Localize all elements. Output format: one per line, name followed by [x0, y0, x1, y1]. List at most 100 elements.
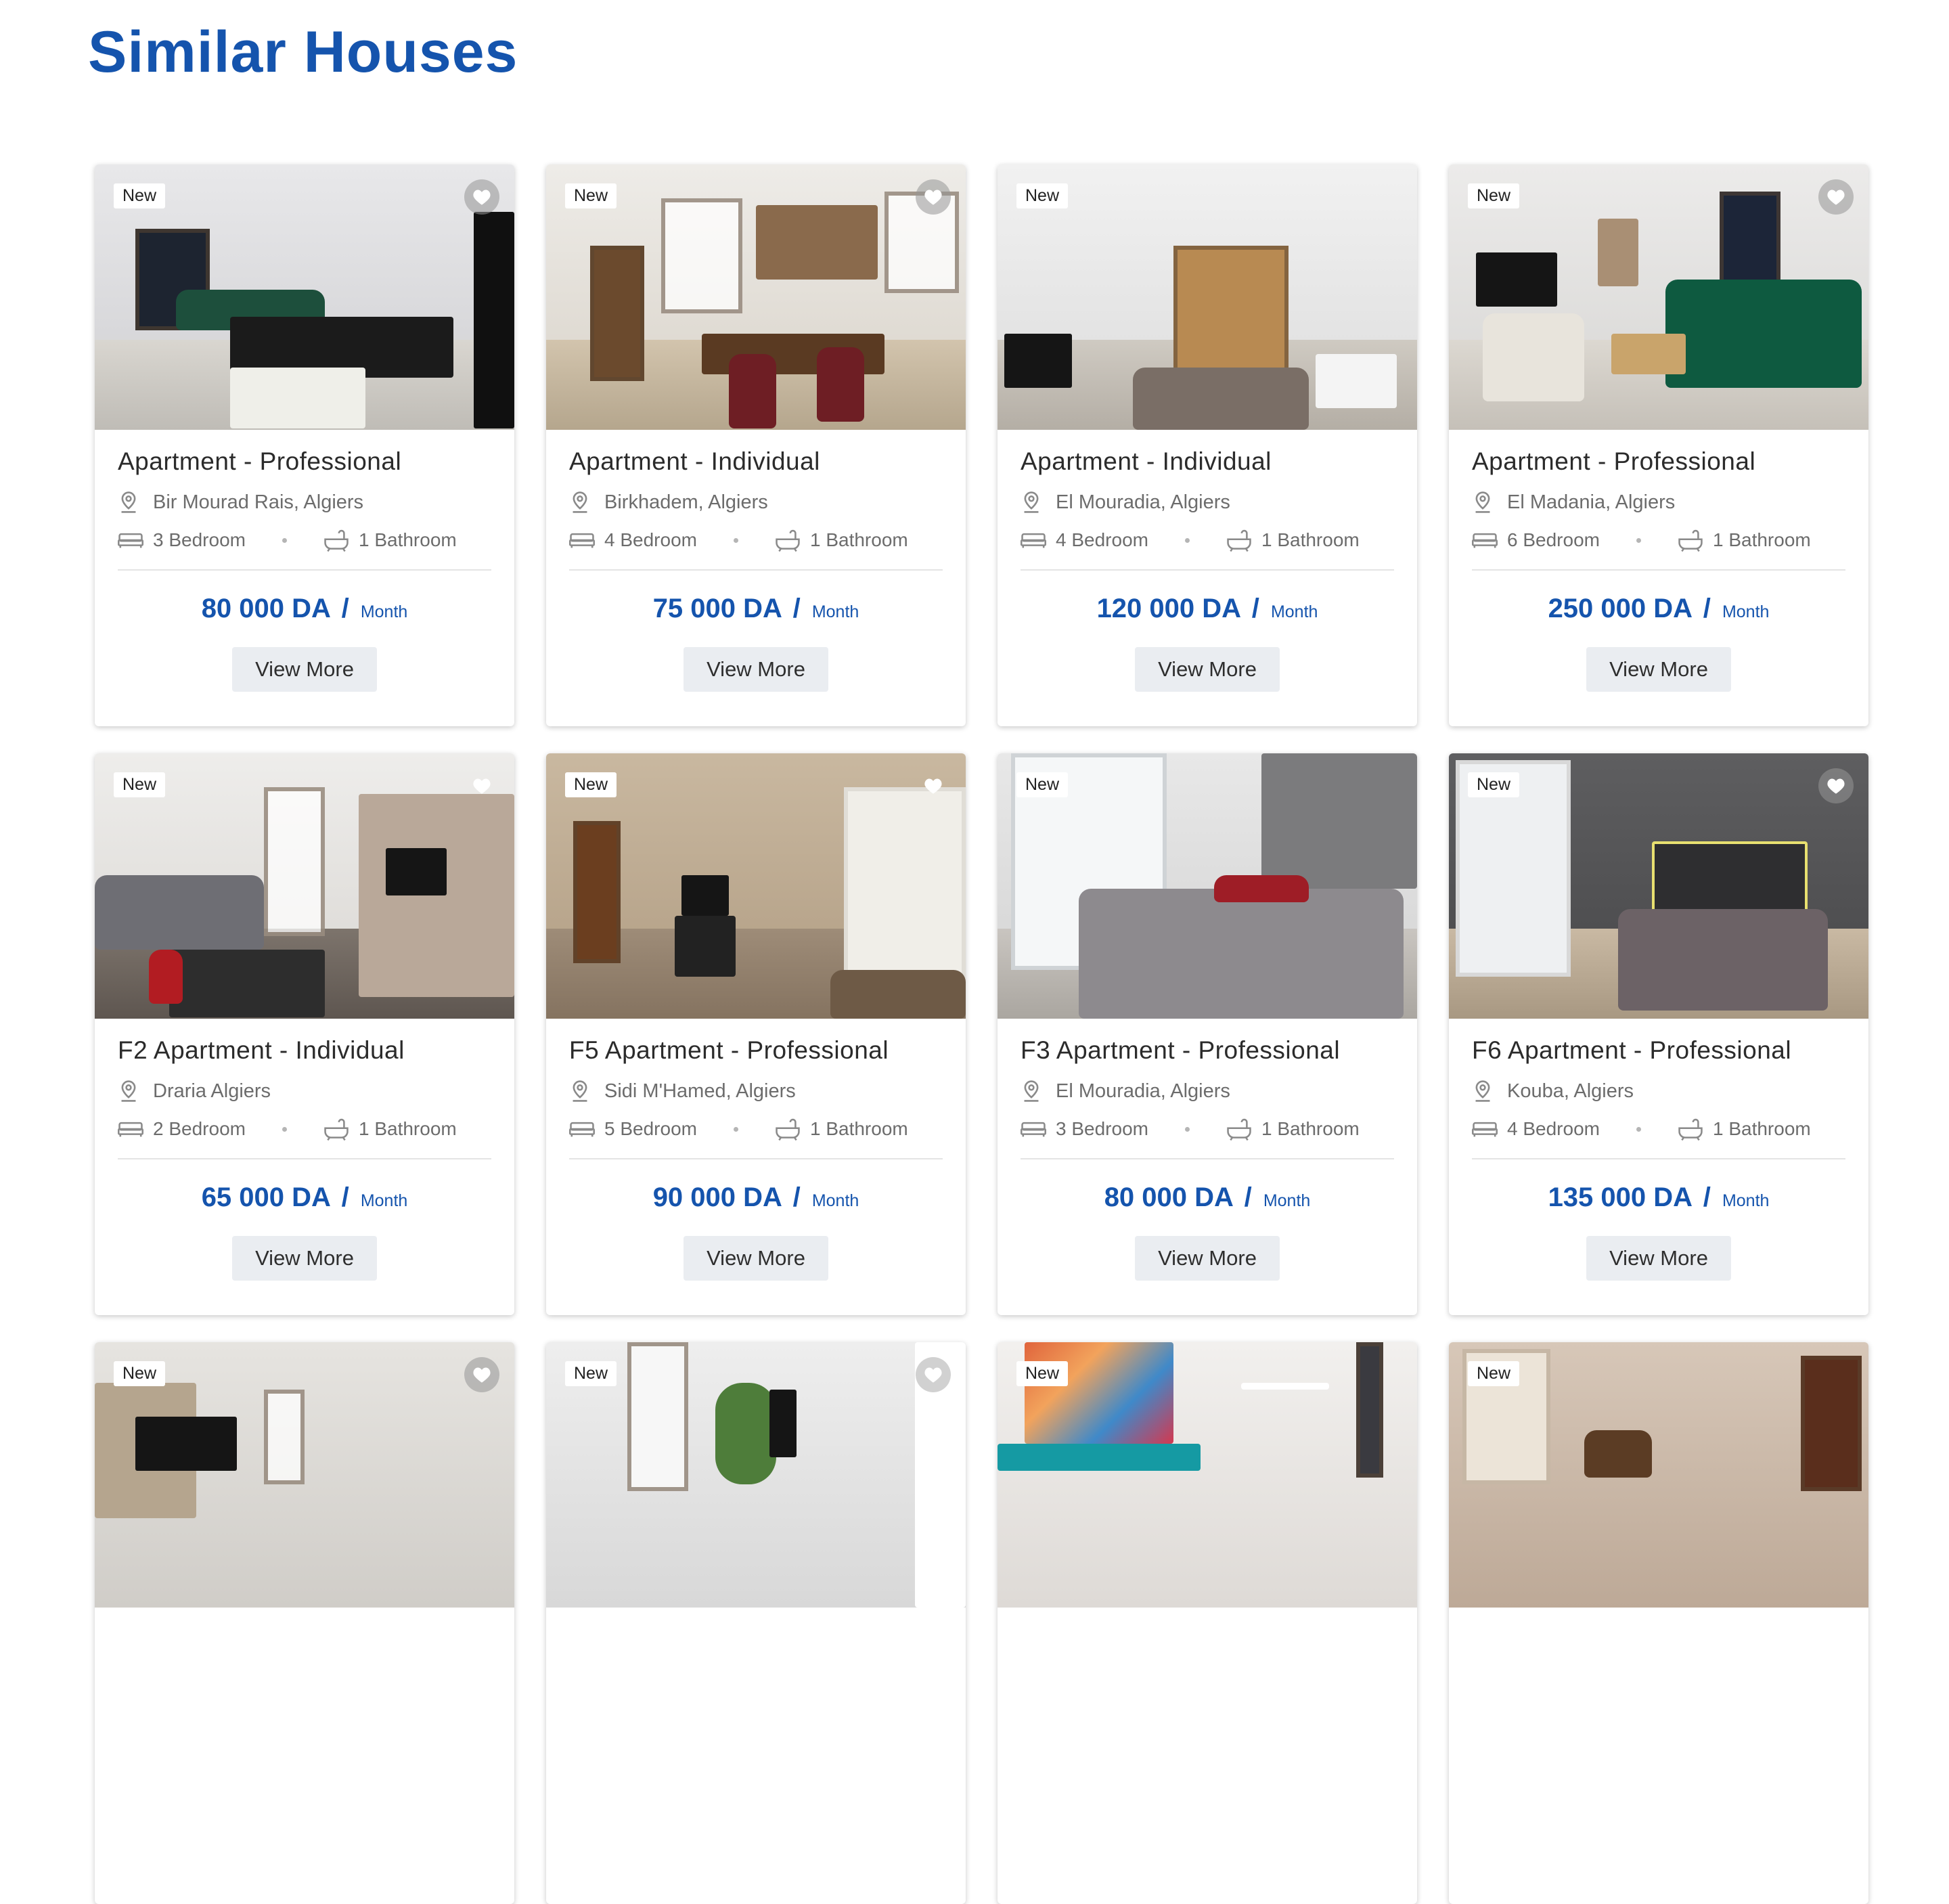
favorite-button[interactable]	[464, 1357, 499, 1392]
heart-icon	[473, 1367, 491, 1383]
view-more-button[interactable]: View More	[1586, 1236, 1731, 1281]
view-more-button[interactable]: View More	[684, 1236, 828, 1281]
view-more-button[interactable]: View More	[1586, 647, 1731, 692]
bedroom-count: 3 Bedroom	[1056, 1118, 1148, 1139]
bedroom-count: 6 Bedroom	[1507, 529, 1600, 550]
listing-title[interactable]: F5 Apartment - Professional	[569, 1036, 943, 1065]
listing-title[interactable]: Apartment - Individual	[1021, 447, 1394, 476]
listing-features: 4 Bedroom 1 Bathroom	[569, 529, 943, 552]
bathroom-count: 1 Bathroom	[358, 529, 457, 550]
listing-location: Kouba, Algiers	[1472, 1080, 1845, 1103]
bathroom-count: 1 Bathroom	[809, 1118, 908, 1139]
listing-title[interactable]: F3 Apartment - Professional	[1021, 1036, 1394, 1065]
separator-dot	[733, 537, 738, 543]
view-more-button[interactable]: View More	[232, 647, 377, 692]
favorite-button[interactable]	[1818, 179, 1854, 215]
price-amount: 120 000 DA	[1096, 594, 1240, 623]
listing-card[interactable]: New F5 Apartment - Professional Sidi M'H…	[546, 753, 966, 1315]
bed-icon	[1021, 533, 1046, 548]
listing-card[interactable]: New F6 Apartment - Professional Kouba, A…	[1449, 753, 1868, 1315]
map-pin-icon	[573, 1080, 587, 1102]
favorite-button[interactable]	[916, 768, 951, 803]
bathroom-count: 1 Bathroom	[1261, 529, 1360, 550]
listing-card[interactable]: New Apartment - Individual Birkhadem, Al…	[546, 164, 966, 726]
listing-card[interactable]: New Apartment - Professional Bir Mourad …	[95, 164, 514, 726]
bed-icon	[118, 1122, 143, 1137]
separator-dot	[1184, 537, 1190, 543]
heart-icon	[924, 1367, 942, 1383]
price-amount: 90 000 DA	[652, 1182, 782, 1212]
listing-features: 4 Bedroom 1 Bathroom	[1021, 529, 1394, 552]
listing-card[interactable]: New F3 Apartment - Professional El Moura…	[998, 753, 1417, 1315]
separator-dot	[1636, 1126, 1641, 1132]
favorite-button[interactable]	[1818, 768, 1854, 803]
bedroom-count: 5 Bedroom	[604, 1118, 697, 1139]
separator-dot	[733, 1126, 738, 1132]
map-pin-icon	[1475, 491, 1490, 513]
listing-title[interactable]: F6 Apartment - Professional	[1472, 1036, 1845, 1065]
favorite-button[interactable]	[916, 1357, 951, 1392]
listing-location: Draria Algiers	[118, 1080, 491, 1103]
listing-card[interactable]: New	[546, 1342, 966, 1904]
price-unit: Month	[360, 1191, 408, 1210]
bed-icon	[1472, 1122, 1498, 1137]
listing-grid: New Apartment - Professional Bir Mourad …	[95, 164, 1868, 1904]
listing-title[interactable]: F2 Apartment - Individual	[118, 1036, 491, 1065]
favorite-button[interactable]	[464, 179, 499, 215]
listing-card[interactable]: New	[998, 1342, 1417, 1904]
price-unit: Month	[1722, 602, 1770, 621]
new-badge: New	[1016, 1361, 1069, 1386]
listing-title[interactable]: Apartment - Individual	[569, 447, 943, 476]
listing-card[interactable]: New Apartment - Professional El Madania,…	[1449, 164, 1868, 726]
view-more-button[interactable]: View More	[684, 647, 828, 692]
listing-title[interactable]: Apartment - Professional	[1472, 447, 1845, 476]
location-text: Sidi M'Hamed, Algiers	[604, 1080, 796, 1102]
listing-card[interactable]: New Apartment - Individual El Mouradia, …	[998, 164, 1417, 726]
location-text: El Mouradia, Algiers	[1056, 491, 1230, 513]
listing-card[interactable]: New F2 Apartment - Individual Draria Alg…	[95, 753, 514, 1315]
location-text: El Madania, Algiers	[1507, 491, 1676, 513]
bed-icon	[569, 533, 595, 548]
listing-price: 80 000 DA / Month	[118, 594, 491, 624]
location-text: Bir Mourad Rais, Algiers	[153, 491, 364, 513]
map-pin-icon	[573, 491, 587, 513]
new-badge: New	[565, 772, 617, 797]
price-amount: 65 000 DA	[201, 1182, 330, 1212]
listing-card[interactable]: New	[1449, 1342, 1868, 1904]
bathtub-icon	[1227, 1118, 1251, 1141]
bed-icon	[118, 533, 143, 548]
listing-price: 75 000 DA / Month	[569, 594, 943, 624]
location-text: Birkhadem, Algiers	[604, 491, 768, 513]
view-more-button[interactable]: View More	[1135, 647, 1280, 692]
listing-title[interactable]: Apartment - Professional	[118, 447, 491, 476]
bathtub-icon	[1678, 529, 1703, 552]
separator-dot	[1636, 537, 1641, 543]
listing-location: El Mouradia, Algiers	[1021, 1080, 1394, 1103]
price-separator: /	[341, 1182, 349, 1212]
listing-card[interactable]: New	[95, 1342, 514, 1904]
listing-price: 120 000 DA / Month	[1021, 594, 1394, 624]
view-more-button[interactable]: View More	[1135, 1236, 1280, 1281]
heart-icon	[924, 190, 942, 205]
divider	[569, 569, 943, 571]
listing-features: 6 Bedroom 1 Bathroom	[1472, 529, 1845, 552]
price-amount: 80 000 DA	[1104, 1182, 1233, 1212]
price-amount: 135 000 DA	[1548, 1182, 1692, 1212]
price-unit: Month	[811, 1191, 859, 1210]
price-separator: /	[1244, 1182, 1252, 1212]
map-pin-icon	[1024, 1080, 1039, 1102]
listing-price: 250 000 DA / Month	[1472, 594, 1845, 624]
favorite-button[interactable]	[464, 768, 499, 803]
bathroom-count: 1 Bathroom	[1712, 529, 1811, 550]
new-badge: New	[1468, 1361, 1520, 1386]
heart-icon	[473, 190, 491, 205]
price-separator: /	[1251, 594, 1259, 623]
heart-icon	[924, 778, 942, 794]
favorite-button[interactable]	[916, 179, 951, 215]
new-badge: New	[1468, 183, 1520, 208]
divider	[118, 569, 491, 571]
price-separator: /	[792, 1182, 801, 1212]
view-more-button[interactable]: View More	[232, 1236, 377, 1281]
divider	[569, 1158, 943, 1159]
bedroom-count: 4 Bedroom	[604, 529, 697, 550]
